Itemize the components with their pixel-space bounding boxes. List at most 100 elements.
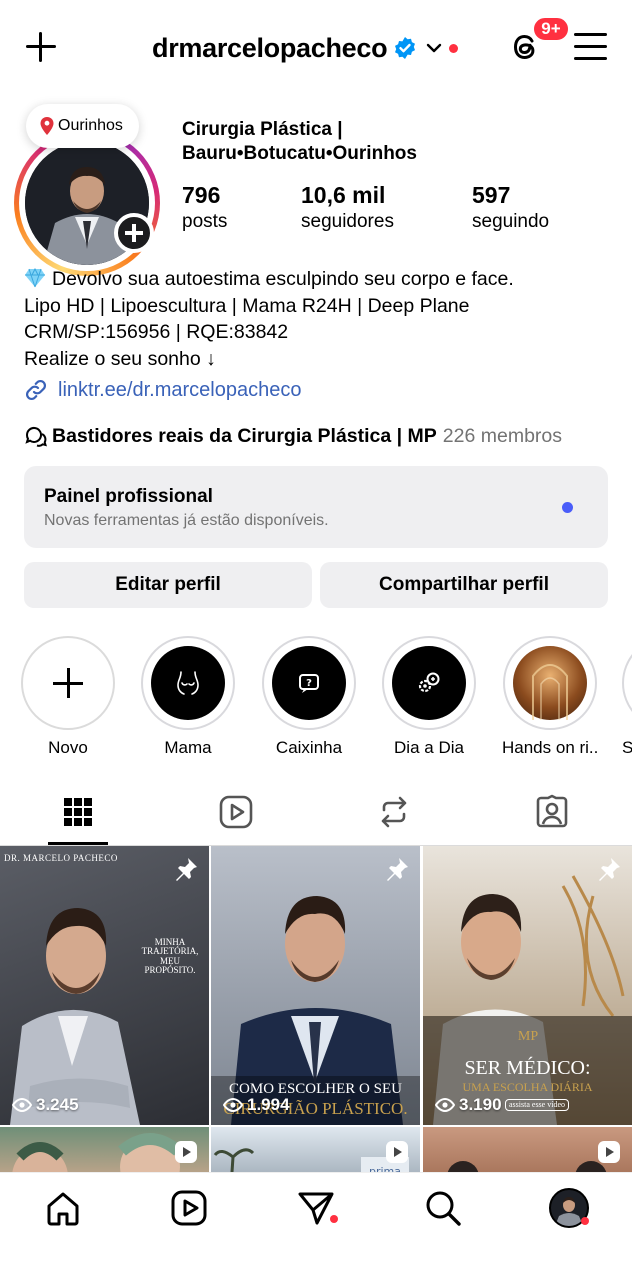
grid-post[interactable]: DR. MARCELO PACHECO MINHA TRAJETÓRIA, ME… [0,846,209,1125]
panel-title: Painel profissional [44,486,213,507]
username[interactable]: drmarcelopacheco [152,33,388,64]
category-line: Bauru•Botucatu•Ourinhos [182,143,417,164]
grid-post[interactable]: prima [211,1127,420,1176]
torso-icon [177,671,199,695]
category-line: Cirurgia Plástica | [182,119,343,140]
add-highlight-icon[interactable] [21,636,115,730]
highlight-caixinha[interactable]: ? Caixinha [261,636,357,758]
highlight-label: Dia a Dia [394,738,464,757]
reels-tab-icon[interactable] [218,794,254,830]
stat-followers[interactable]: 10,6 mil seguidores [301,182,394,233]
grid-post[interactable] [0,1127,209,1176]
post-logo: MP [517,1029,539,1044]
edit-profile-button[interactable]: Editar perfil [24,562,312,608]
stat-label: posts [182,211,228,232]
search-icon[interactable] [424,1189,462,1227]
note-text: Ourinhos [58,117,123,134]
broadcast-channel[interactable]: Bastidores reais da Cirurgia Plástica | … [24,424,562,448]
post-overlay-caption: UMA ESCOLHA DIÁRIA [462,1080,593,1094]
post-overlay-caption: MINHA TRAJETÓRIA, MEU PROPÓSITO. [141,937,199,976]
bio-link[interactable]: linktr.ee/dr.marcelopacheco [24,378,301,402]
messages-notification-dot [330,1215,338,1223]
chat-bubbles-icon [25,426,47,447]
stat-value: 796 [182,182,221,208]
account-switcher[interactable]: drmarcelopacheco [152,28,459,68]
highlight-hands-on[interactable]: Hands on ri... [502,636,598,758]
profile-notification-dot [581,1217,589,1225]
channel-name[interactable]: Bastidores reais da Cirurgia Plástica | … [52,425,437,448]
diamond-emoji-icon [25,268,45,288]
post-overlay-title: DR. MARCELO PACHECO [4,853,118,863]
bottom-navigation [0,1172,632,1280]
chevron-down-icon[interactable] [425,39,443,57]
reposts-tab-icon[interactable] [376,794,412,830]
bio-line: Lipo HD | Lipoescultura | Mama R24H | De… [24,294,470,317]
home-icon[interactable] [44,1189,82,1227]
profile-avatar-story-ring[interactable] [14,130,160,276]
channel-members: 226 membros [442,424,562,447]
eye-icon [223,1098,243,1112]
add-story-button[interactable] [114,213,154,253]
reel-icon [598,1141,620,1163]
new-indicator-dot [562,502,573,513]
link-text[interactable]: linktr.ee/dr.marcelopacheco [58,379,301,402]
highlight-label: S [622,738,632,757]
account-notification-dot [449,43,459,53]
profile-category: Cirurgia Plástica | Bauru•Botucatu•Ourin… [182,118,602,166]
highlight-new[interactable]: Novo [20,636,116,758]
bio-line: Devolvo sua autoestima esculpindo seu co… [24,266,614,293]
bio-line: Realize o seu sonho ↓ [24,347,216,370]
reels-icon[interactable] [170,1189,208,1227]
direct-messages-icon[interactable] [297,1189,335,1227]
view-count: 1.994 [223,1095,290,1115]
view-count-text: 3.245 [36,1095,79,1114]
grid-post[interactable]: MP SER MÉDICO: UMA ESCOLHA DIÁRIA assist… [423,846,632,1125]
share-profile-button[interactable]: Compartilhar perfil [320,562,608,608]
hamburger-menu-icon[interactable] [574,33,607,61]
highlight-dia-a-dia[interactable]: Dia a Dia [381,636,477,758]
verified-badge-icon [395,37,416,59]
highlight-label: Novo [48,738,88,757]
create-plus-icon[interactable] [24,30,58,64]
stat-value: 597 [472,182,511,208]
stat-following[interactable]: 597 seguindo [472,182,549,233]
active-tab-indicator [48,842,108,845]
posts-grid: DR. MARCELO PACHECO MINHA TRAJETÓRIA, ME… [0,846,632,1176]
tagged-tab-icon[interactable] [534,794,570,830]
note-bubble[interactable]: Ourinhos [26,104,139,148]
pinned-icon [387,858,408,881]
view-count: 3.245 [12,1095,79,1115]
view-count-text: 1.994 [247,1095,290,1114]
pinned-icon [599,858,620,881]
notification-badge[interactable]: 9+ [532,16,570,42]
post-overlay-caption: assista esse vídeo [505,1099,569,1112]
grid-post[interactable] [423,1127,632,1176]
church-interior-photo [532,664,568,720]
gears-icon [418,672,440,693]
highlight-label: Mama [164,738,212,757]
pinned-icon [176,858,197,881]
question-box-icon: ? [299,674,319,693]
view-count: 3.190 [435,1095,502,1115]
highlight-mama[interactable]: Mama [140,636,236,758]
panel-subtitle: Novas ferramentas já estão disponíveis. [44,512,329,529]
svg-text:?: ? [306,678,312,689]
highlight-partial[interactable]: S [622,636,632,758]
stat-label: seguidores [301,211,394,232]
eye-icon [435,1098,455,1112]
stat-label: seguindo [472,211,550,232]
professional-dashboard[interactable]: Painel profissional Novas ferramentas já… [24,466,608,548]
post-photo [10,908,140,1125]
grid-post[interactable]: COMO ESCOLHER O SEU CIRURGIÃO PLÁSTICO. … [211,846,420,1125]
post-overlay-caption: SER MÉDICO: [464,1057,591,1079]
view-count-text: 3.190 [459,1095,502,1114]
profile-tabs [0,780,632,846]
highlight-label: Hands on ri... [502,738,598,757]
grid-tab-icon[interactable] [60,794,96,830]
reel-icon [386,1141,408,1163]
bio-text: Devolvo sua autoestima esculpindo seu co… [52,268,514,290]
location-pin-icon [40,117,54,135]
stat-posts[interactable]: 796 posts [182,182,227,233]
reel-icon [175,1141,197,1163]
bio-line: CRM/SP:156956 | RQE:83842 [24,321,289,343]
